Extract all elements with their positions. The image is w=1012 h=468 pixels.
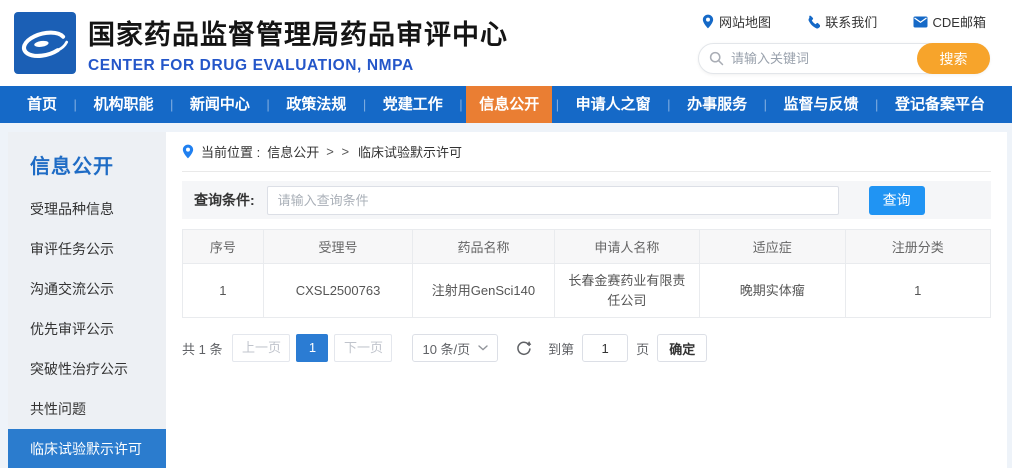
- table-header-row: 序号 受理号 药品名称 申请人名称 适应症 注册分类: [182, 229, 992, 264]
- body-wrap: 信息公开 受理品种信息 审评任务公示 沟通交流公示 优先审评公示 突破性治疗公示…: [0, 123, 1012, 468]
- page-size-value: 10 条/页: [422, 341, 471, 357]
- goto-page-input[interactable]: [582, 334, 629, 362]
- query-button[interactable]: 查询: [868, 185, 925, 215]
- nav-separator: |: [459, 97, 463, 112]
- nav-separator: |: [555, 97, 560, 112]
- main-content: 当前位置 : 信息公开 > > 临床试验默示许可 查询条件: 查询 序号 受理号: [166, 132, 1007, 468]
- cell-drug-name: 注射用GenSci140: [412, 263, 555, 318]
- sidebar-item-breakthrough-therapy[interactable]: 突破性治疗公示: [8, 349, 166, 389]
- nav-separator: |: [667, 97, 671, 112]
- table-row: 1 CXSL2500763 注射用GenSci140 长春金赛药业有限责任公司 …: [182, 263, 992, 318]
- mailbox-link[interactable]: CDE邮箱: [913, 12, 986, 31]
- cell-seq: 1: [182, 263, 264, 318]
- phone-icon: [808, 15, 821, 29]
- page-size-select[interactable]: 10 条/页: [412, 334, 499, 362]
- sidebar-item-accepted-varieties[interactable]: 受理品种信息: [8, 189, 166, 229]
- column-header-acceptance-no: 受理号: [262, 229, 414, 264]
- mailbox-link-label: CDE邮箱: [932, 15, 986, 30]
- page-number-button[interactable]: 1: [296, 334, 329, 362]
- nav-item-party-building[interactable]: 党建工作: [370, 86, 456, 123]
- confirm-button[interactable]: 确定: [657, 334, 708, 362]
- location-pin-icon: [702, 14, 714, 29]
- breadcrumb-label: 当前位置 :: [201, 145, 261, 160]
- sitemap-link[interactable]: 网站地图: [702, 12, 771, 31]
- query-input[interactable]: [266, 185, 839, 215]
- nav-item-news[interactable]: 新闻中心: [177, 86, 263, 123]
- contact-link[interactable]: 联系我们: [806, 12, 877, 31]
- sidebar-item-priority-review[interactable]: 优先审评公示: [8, 309, 166, 349]
- header-right: 网站地图 联系我们 CDE邮箱 搜索: [698, 12, 990, 74]
- page: 国家药品监督管理局药品审评中心 CENTER FOR DRUG EVALUATI…: [0, 0, 1012, 468]
- sidebar-title: 信息公开: [30, 156, 114, 178]
- query-label: 查询条件:: [194, 192, 255, 208]
- site-title-block: 国家药品监督管理局药品审评中心 CENTER FOR DRUG EVALUATI…: [88, 11, 508, 75]
- breadcrumb-separator: > >: [326, 144, 352, 159]
- next-page-button[interactable]: 下一页: [334, 334, 393, 362]
- nav-separator: |: [763, 97, 767, 112]
- sidebar-item-common-issues[interactable]: 共性问题: [8, 389, 166, 429]
- pagination-total: 共 1 条: [182, 341, 223, 357]
- nav-separator: |: [362, 97, 367, 112]
- cell-registration-class: 1: [844, 263, 992, 318]
- nav-item-information-disclosure[interactable]: 信息公开: [466, 86, 553, 123]
- nav-item-home[interactable]: 首页: [14, 86, 70, 123]
- search-icon: [709, 51, 724, 66]
- goto-page-unit: 页: [636, 341, 650, 357]
- nav-item-applicant-window[interactable]: 申请人之窗: [563, 86, 664, 123]
- cde-logo: [14, 12, 76, 74]
- column-header-drug-name: 药品名称: [412, 229, 555, 264]
- cde-swoosh-icon: [21, 30, 69, 58]
- nav-item-supervision-feedback[interactable]: 监督与反馈: [771, 86, 872, 123]
- refresh-button[interactable]: [516, 340, 532, 356]
- sidebar-item-clinical-trial-implied-license[interactable]: 临床试验默示许可: [8, 429, 166, 468]
- sitemap-link-label: 网站地图: [719, 15, 772, 30]
- column-header-indication: 适应症: [699, 229, 846, 264]
- column-header-seq: 序号: [182, 229, 264, 264]
- sidebar-item-review-tasks[interactable]: 审评任务公示: [8, 229, 166, 269]
- header: 国家药品监督管理局药品审评中心 CENTER FOR DRUG EVALUATI…: [0, 0, 1012, 86]
- header-search-button[interactable]: 搜索: [917, 43, 990, 74]
- cell-applicant: 长春金赛药业有限责任公司: [553, 263, 701, 318]
- nav-separator: |: [266, 97, 270, 112]
- column-header-registration-class: 注册分类: [844, 229, 992, 264]
- main-nav: 首页 | 机构职能 | 新闻中心 | 政策法规 | 党建工作 | 信息公开 | …: [0, 86, 1012, 123]
- contact-link-label: 联系我们: [825, 15, 878, 30]
- envelope-icon: [913, 16, 928, 27]
- header-search: 搜索: [698, 43, 990, 74]
- query-bar: 查询条件: 查询: [182, 181, 991, 219]
- column-header-applicant: 申请人名称: [553, 229, 701, 264]
- breadcrumb-current: 临床试验默示许可: [358, 145, 463, 160]
- breadcrumb-pin-icon: [182, 144, 194, 159]
- nav-item-registration-platform[interactable]: 登记备案平台: [882, 86, 998, 123]
- quick-links: 网站地图 联系我们 CDE邮箱: [698, 12, 990, 31]
- pagination: 共 1 条 上一页 1 下一页 10 条/页 到第 页 确定: [182, 334, 991, 362]
- cell-acceptance-no: CXSL2500763: [262, 263, 414, 318]
- prev-page-button[interactable]: 上一页: [232, 334, 291, 362]
- results-table: 序号 受理号 药品名称 申请人名称 适应症 注册分类 1 CXSL2500763…: [182, 229, 992, 318]
- breadcrumb: 当前位置 : 信息公开 > > 临床试验默示许可: [182, 132, 991, 172]
- breadcrumb-parent[interactable]: 信息公开: [267, 142, 319, 161]
- site-subtitle: CENTER FOR DRUG EVALUATION, NMPA: [88, 57, 414, 74]
- nav-item-policies[interactable]: 政策法规: [273, 86, 359, 123]
- sidebar: 信息公开 受理品种信息 审评任务公示 沟通交流公示 优先审评公示 突破性治疗公示…: [8, 132, 166, 468]
- nav-separator: |: [73, 97, 77, 112]
- site-title: 国家药品监督管理局药品审评中心: [88, 20, 508, 50]
- chevron-down-icon: [478, 345, 488, 351]
- cell-indication: 晚期实体瘤: [699, 263, 846, 318]
- nav-item-services[interactable]: 办事服务: [674, 86, 760, 123]
- refresh-icon: [517, 341, 532, 355]
- nav-item-functions[interactable]: 机构职能: [80, 86, 166, 123]
- goto-page-label: 到第: [548, 341, 575, 357]
- nav-separator: |: [875, 97, 879, 112]
- sidebar-item-communication[interactable]: 沟通交流公示: [8, 269, 166, 309]
- nav-separator: |: [169, 97, 174, 112]
